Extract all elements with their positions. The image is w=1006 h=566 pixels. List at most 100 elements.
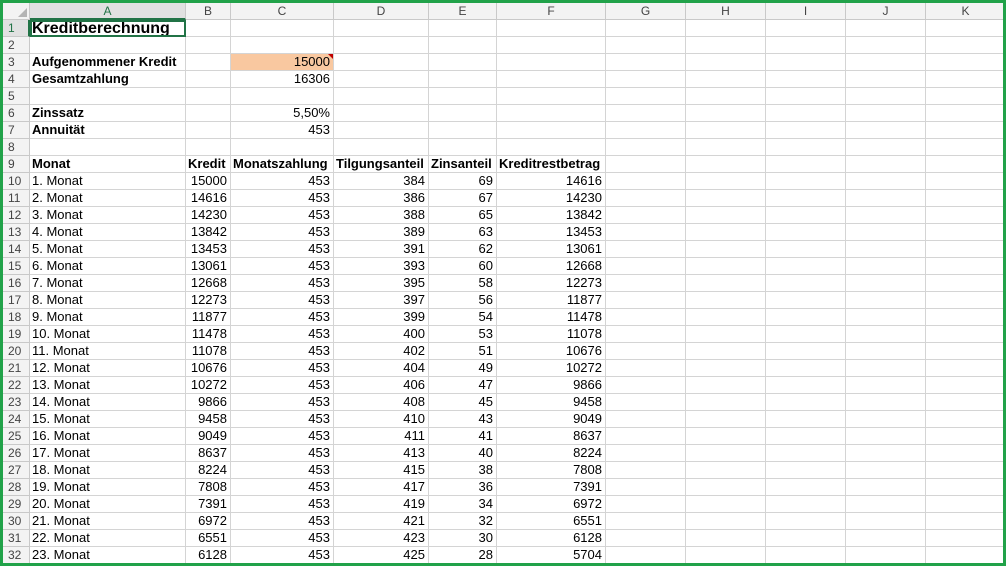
cell-j6[interactable] xyxy=(846,105,926,122)
row-header-32[interactable]: 32 xyxy=(3,547,30,563)
cell-d10[interactable]: 384 xyxy=(334,173,429,190)
cell-f2[interactable] xyxy=(497,37,606,54)
row-header-21[interactable]: 21 xyxy=(3,360,30,377)
cell-a12[interactable]: 3. Monat xyxy=(30,207,186,224)
cell-j4[interactable] xyxy=(846,71,926,88)
cell-f16[interactable]: 12273 xyxy=(497,275,606,292)
cell-b2[interactable] xyxy=(186,37,231,54)
cell-i20[interactable] xyxy=(766,343,846,360)
row-header-19[interactable]: 19 xyxy=(3,326,30,343)
cell-c21[interactable]: 453 xyxy=(231,360,334,377)
cell-b31[interactable]: 6551 xyxy=(186,530,231,547)
cell-e3[interactable] xyxy=(429,54,497,71)
select-all-corner[interactable] xyxy=(3,3,30,20)
cell-c26[interactable]: 453 xyxy=(231,445,334,462)
cell-j22[interactable] xyxy=(846,377,926,394)
cell-h7[interactable] xyxy=(686,122,766,139)
cell-e31[interactable]: 30 xyxy=(429,530,497,547)
cell-c6[interactable]: 5,50% xyxy=(231,105,334,122)
cell-g11[interactable] xyxy=(606,190,686,207)
cell-a32[interactable]: 23. Monat xyxy=(30,547,186,563)
cell-h30[interactable] xyxy=(686,513,766,530)
cell-i31[interactable] xyxy=(766,530,846,547)
cell-g25[interactable] xyxy=(606,428,686,445)
cell-h1[interactable] xyxy=(686,20,766,37)
cell-g21[interactable] xyxy=(606,360,686,377)
cell-k10[interactable] xyxy=(926,173,1003,190)
cell-b8[interactable] xyxy=(186,139,231,156)
cell-f12[interactable]: 13842 xyxy=(497,207,606,224)
row-header-31[interactable]: 31 xyxy=(3,530,30,547)
cell-j24[interactable] xyxy=(846,411,926,428)
row-header-3[interactable]: 3 xyxy=(3,54,30,71)
cell-i23[interactable] xyxy=(766,394,846,411)
cell-h24[interactable] xyxy=(686,411,766,428)
cell-b22[interactable]: 10272 xyxy=(186,377,231,394)
cell-a29[interactable]: 20. Monat xyxy=(30,496,186,513)
cell-k5[interactable] xyxy=(926,88,1003,105)
cell-g2[interactable] xyxy=(606,37,686,54)
cell-j30[interactable] xyxy=(846,513,926,530)
cell-i15[interactable] xyxy=(766,258,846,275)
cell-d23[interactable]: 408 xyxy=(334,394,429,411)
cell-k30[interactable] xyxy=(926,513,1003,530)
cell-c13[interactable]: 453 xyxy=(231,224,334,241)
cell-f8[interactable] xyxy=(497,139,606,156)
column-header-b[interactable]: B xyxy=(186,3,231,20)
cell-a16[interactable]: 7. Monat xyxy=(30,275,186,292)
cell-a4[interactable]: Gesamtzahlung xyxy=(30,71,186,88)
cell-k25[interactable] xyxy=(926,428,1003,445)
row-header-11[interactable]: 11 xyxy=(3,190,30,207)
cell-h14[interactable] xyxy=(686,241,766,258)
cell-k29[interactable] xyxy=(926,496,1003,513)
cell-d14[interactable]: 391 xyxy=(334,241,429,258)
cell-a2[interactable] xyxy=(30,37,186,54)
cell-f9[interactable]: Kreditrestbetrag xyxy=(497,156,606,173)
cell-j17[interactable] xyxy=(846,292,926,309)
row-header-25[interactable]: 25 xyxy=(3,428,30,445)
cell-k4[interactable] xyxy=(926,71,1003,88)
cell-a20[interactable]: 11. Monat xyxy=(30,343,186,360)
cell-b32[interactable]: 6128 xyxy=(186,547,231,563)
row-header-18[interactable]: 18 xyxy=(3,309,30,326)
cell-h3[interactable] xyxy=(686,54,766,71)
cell-g18[interactable] xyxy=(606,309,686,326)
column-header-c[interactable]: C xyxy=(231,3,334,20)
cell-g14[interactable] xyxy=(606,241,686,258)
cell-k16[interactable] xyxy=(926,275,1003,292)
cell-b21[interactable]: 10676 xyxy=(186,360,231,377)
cell-e6[interactable] xyxy=(429,105,497,122)
cell-a14[interactable]: 5. Monat xyxy=(30,241,186,258)
cell-a15[interactable]: 6. Monat xyxy=(30,258,186,275)
cell-d7[interactable] xyxy=(334,122,429,139)
row-header-16[interactable]: 16 xyxy=(3,275,30,292)
cell-d22[interactable]: 406 xyxy=(334,377,429,394)
cell-a18[interactable]: 9. Monat xyxy=(30,309,186,326)
cell-i1[interactable] xyxy=(766,20,846,37)
column-header-e[interactable]: E xyxy=(429,3,497,20)
cell-a25[interactable]: 16. Monat xyxy=(30,428,186,445)
cell-d26[interactable]: 413 xyxy=(334,445,429,462)
cell-j5[interactable] xyxy=(846,88,926,105)
row-header-1[interactable]: 1 xyxy=(3,20,30,37)
cell-k15[interactable] xyxy=(926,258,1003,275)
cell-k3[interactable] xyxy=(926,54,1003,71)
cell-d30[interactable]: 421 xyxy=(334,513,429,530)
cell-f6[interactable] xyxy=(497,105,606,122)
row-header-7[interactable]: 7 xyxy=(3,122,30,139)
cell-e4[interactable] xyxy=(429,71,497,88)
cell-k27[interactable] xyxy=(926,462,1003,479)
cell-f17[interactable]: 11877 xyxy=(497,292,606,309)
cell-i2[interactable] xyxy=(766,37,846,54)
cell-i24[interactable] xyxy=(766,411,846,428)
cell-a7[interactable]: Annuität xyxy=(30,122,186,139)
cell-c25[interactable]: 453 xyxy=(231,428,334,445)
cell-g3[interactable] xyxy=(606,54,686,71)
cell-f20[interactable]: 10676 xyxy=(497,343,606,360)
cell-b24[interactable]: 9458 xyxy=(186,411,231,428)
cell-h16[interactable] xyxy=(686,275,766,292)
cell-g22[interactable] xyxy=(606,377,686,394)
cell-e27[interactable]: 38 xyxy=(429,462,497,479)
cell-b13[interactable]: 13842 xyxy=(186,224,231,241)
column-header-f[interactable]: F xyxy=(497,3,606,20)
